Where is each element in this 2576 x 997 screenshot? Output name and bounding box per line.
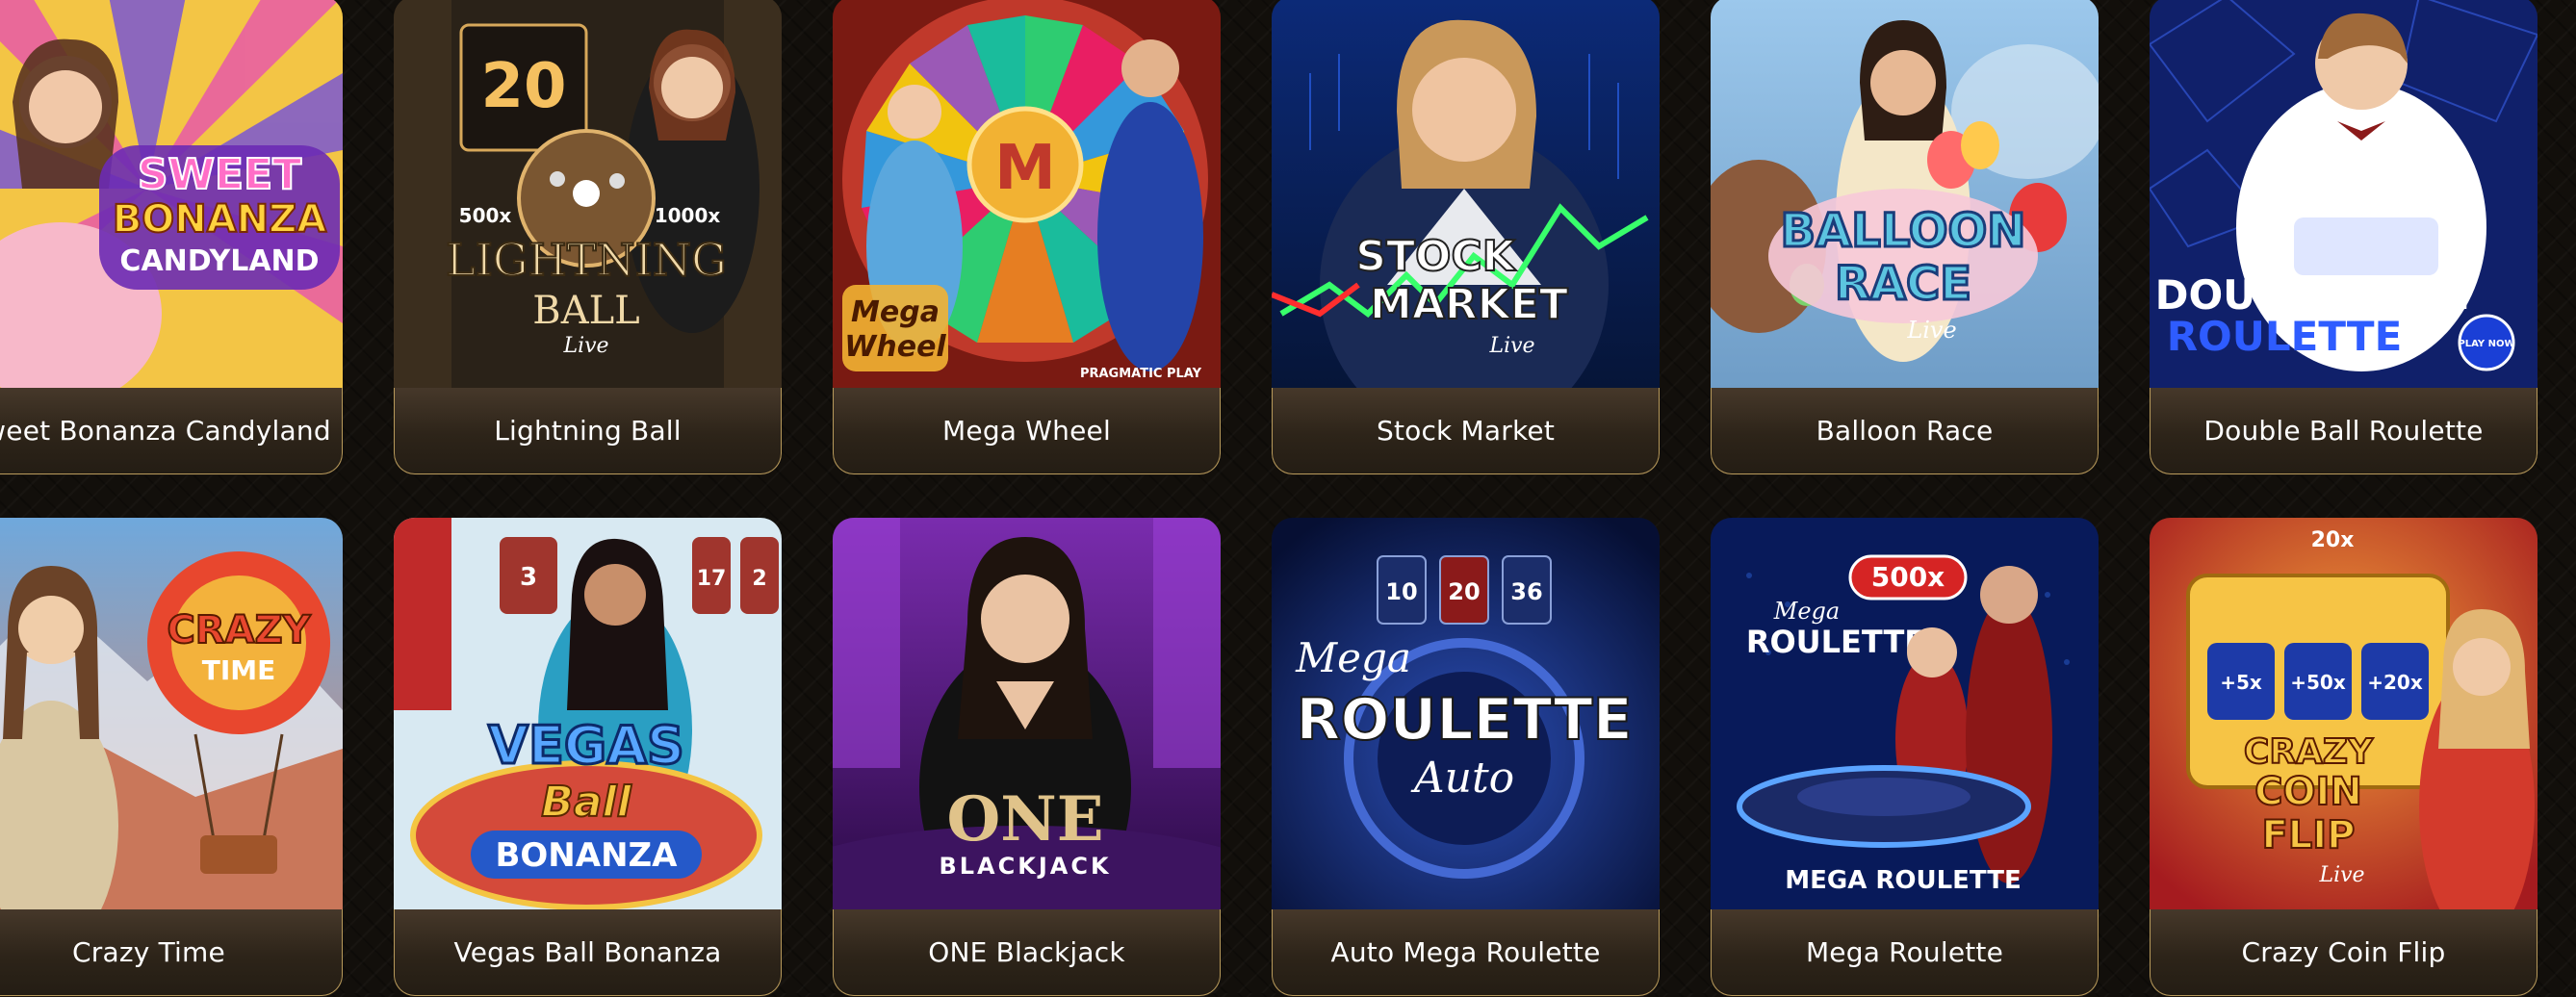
game-card-one-blackjack[interactable]: ONE BLACKJACK ONE Blackjack — [833, 518, 1221, 997]
play-now-badge: PLAY NOW — [2458, 339, 2514, 349]
game-title-bar[interactable]: Mega Wheel — [833, 388, 1221, 474]
number-tile: 3 — [520, 563, 537, 592]
game-thumbnail[interactable]: M Mega Wheel PRAGMATIC PLAY — [833, 0, 1221, 388]
logo-line: MEGA ROULETTE — [1785, 866, 2022, 895]
logo-line: RACE — [1835, 257, 1971, 311]
logo-line: FLIP — [2261, 813, 2355, 857]
logo-line: COIN — [2254, 770, 2362, 814]
logo-line: BONANZA — [495, 836, 678, 875]
game-title: Mega Wheel — [942, 415, 1111, 447]
logo-line: CRAZY — [2244, 732, 2374, 772]
game-title: Double Ball Roulette — [2203, 415, 2484, 447]
game-card-double-ball-roulette[interactable]: DOUBLE BALL ROULETTE PLAY NOW Double Bal… — [2150, 0, 2537, 475]
provider-label: PRAGMATIC PLAY — [1080, 367, 1202, 381]
game-card-lightning-ball[interactable]: 20 500x 1000x LIGHTNING BALL Live Lightn… — [394, 0, 782, 475]
logo-line: ROULETTE — [1296, 686, 1632, 754]
logo-line: DOUBLE BALL — [2155, 271, 2468, 319]
logo-line: LIGHTNING — [446, 234, 727, 286]
number-tile: 36 — [1510, 578, 1542, 605]
game-title: Crazy Coin Flip — [2241, 936, 2446, 968]
number-tile: 17 — [697, 567, 727, 591]
game-title-bar[interactable]: Double Ball Roulette — [2150, 388, 2537, 474]
logo-line: SWEET — [138, 150, 301, 199]
logo-line: ROULETTE — [1746, 624, 1925, 660]
multiplier: 500x — [459, 204, 512, 227]
number-tile: 10 — [1385, 578, 1417, 605]
game-thumbnail[interactable]: STOCK MARKET Live — [1272, 0, 1660, 388]
game-thumbnail[interactable]: +5x +50x +20x 20x CRAZY COIN FLIP Live — [2150, 518, 2537, 909]
multiplier: 1000x — [655, 204, 721, 227]
game-title: Auto Mega Roulette — [1330, 936, 1601, 968]
logo-line: Live — [562, 334, 608, 358]
logo-line: Live — [1906, 317, 1956, 344]
logo-line: Auto — [1410, 754, 1514, 803]
game-thumbnail[interactable]: CRAZY TIME — [0, 518, 343, 909]
logo-line: Live — [1488, 334, 1534, 358]
logo-line: STOCK — [1355, 232, 1516, 281]
logo-line: M — [994, 133, 1056, 204]
logo-line: ONE — [946, 783, 1103, 856]
logo-line: Mega — [851, 295, 940, 329]
multiplier: +50x — [2290, 671, 2346, 694]
game-thumbnail[interactable]: 20 500x 1000x LIGHTNING BALL Live — [394, 0, 782, 388]
game-thumbnail[interactable]: 500x Mega ROULETTE MEGA ROULETTE — [1711, 518, 2099, 909]
game-title-bar[interactable]: Crazy Time — [0, 909, 343, 996]
game-title: Lightning Ball — [494, 415, 682, 447]
game-title: Balloon Race — [1816, 415, 1994, 447]
game-thumbnail[interactable]: BALLOON RACE Live — [1711, 0, 2099, 388]
logo-line: CRAZY — [167, 608, 311, 652]
number-tile: 20 — [1448, 578, 1480, 605]
game-card-balloon-race[interactable]: BALLOON RACE Live Balloon Race — [1711, 0, 2099, 475]
game-thumbnail[interactable]: SWEET BONANZA CANDYLAND — [0, 0, 343, 388]
game-card-vegas-ball-bonanza[interactable]: 3 17 2 VEGAS Ball BONANZA Vegas Ball Bon… — [394, 518, 782, 997]
game-title: Mega Roulette — [1805, 936, 2004, 968]
number-badge: 20 — [480, 51, 566, 122]
logo-line: BONANZA — [113, 197, 326, 242]
game-grid: SWEET BONANZA CANDYLAND Sweet Bonanza Ca… — [0, 0, 2537, 997]
game-title-bar[interactable]: Auto Mega Roulette — [1272, 909, 1660, 996]
multiplier: 20x — [2311, 528, 2355, 552]
game-thumbnail[interactable]: 3 17 2 VEGAS Ball BONANZA — [394, 518, 782, 909]
multiplier: +5x — [2220, 671, 2262, 694]
game-title: Stock Market — [1376, 415, 1556, 447]
number-tile: 2 — [752, 567, 766, 591]
game-thumbnail[interactable]: ONE BLACKJACK — [833, 518, 1221, 909]
game-thumbnail[interactable]: 10 20 36 Mega ROULETTE Auto — [1272, 518, 1660, 909]
game-title: Sweet Bonanza Candyland — [0, 415, 331, 447]
logo-line: VEGAS — [488, 715, 684, 776]
game-title-bar[interactable]: Balloon Race — [1711, 388, 2099, 474]
logo-line: ROULETTE — [2167, 313, 2403, 360]
game-card-crazy-coin-flip[interactable]: +5x +50x +20x 20x CRAZY COIN FLIP Live C… — [2150, 518, 2537, 997]
game-card-crazy-time[interactable]: CRAZY TIME Crazy Time — [0, 518, 343, 997]
logo-line: Live — [2318, 863, 2364, 887]
game-card-mega-wheel[interactable]: M Mega Wheel PRAGMATIC PLAY Mega Wheel — [833, 0, 1221, 475]
game-title-bar[interactable]: Vegas Ball Bonanza — [394, 909, 782, 996]
logo-line: CANDYLAND — [119, 244, 319, 278]
game-title-bar[interactable]: Sweet Bonanza Candyland — [0, 388, 343, 474]
game-title-bar[interactable]: Mega Roulette — [1711, 909, 2099, 996]
game-title: ONE Blackjack — [928, 936, 1125, 968]
logo-line: BALLOON — [1781, 204, 2026, 258]
logo-line: BALL — [532, 289, 639, 333]
logo-line: BLACKJACK — [939, 853, 1111, 880]
logo-line: Mega — [1773, 598, 1840, 625]
game-card-stock-market[interactable]: STOCK MARKET Live Stock Market — [1272, 0, 1660, 475]
logo-line: Ball — [541, 778, 631, 827]
game-title-bar[interactable]: Stock Market — [1272, 388, 1660, 474]
game-title: Vegas Ball Bonanza — [453, 936, 722, 968]
game-title-bar[interactable]: Lightning Ball — [394, 388, 782, 474]
game-card-mega-roulette[interactable]: 500x Mega ROULETTE MEGA ROULETTE Mega Ro… — [1711, 518, 2099, 997]
logo-line: Mega — [1295, 634, 1411, 681]
game-card-auto-mega-roulette[interactable]: 10 20 36 Mega ROULETTE Auto Auto Mega Ro… — [1272, 518, 1660, 997]
logo-line: TIME — [202, 654, 276, 686]
logo-line: MARKET — [1370, 280, 1568, 329]
logo-line: Wheel — [844, 330, 946, 364]
game-title: Crazy Time — [72, 936, 225, 968]
game-title-bar[interactable]: Crazy Coin Flip — [2150, 909, 2537, 996]
game-card-sweet-bonanza-candyland[interactable]: SWEET BONANZA CANDYLAND Sweet Bonanza Ca… — [0, 0, 343, 475]
multiplier-badge: 500x — [1871, 561, 1945, 593]
game-title-bar[interactable]: ONE Blackjack — [833, 909, 1221, 996]
multiplier: +20x — [2367, 671, 2423, 694]
game-thumbnail[interactable]: DOUBLE BALL ROULETTE PLAY NOW — [2150, 0, 2537, 388]
